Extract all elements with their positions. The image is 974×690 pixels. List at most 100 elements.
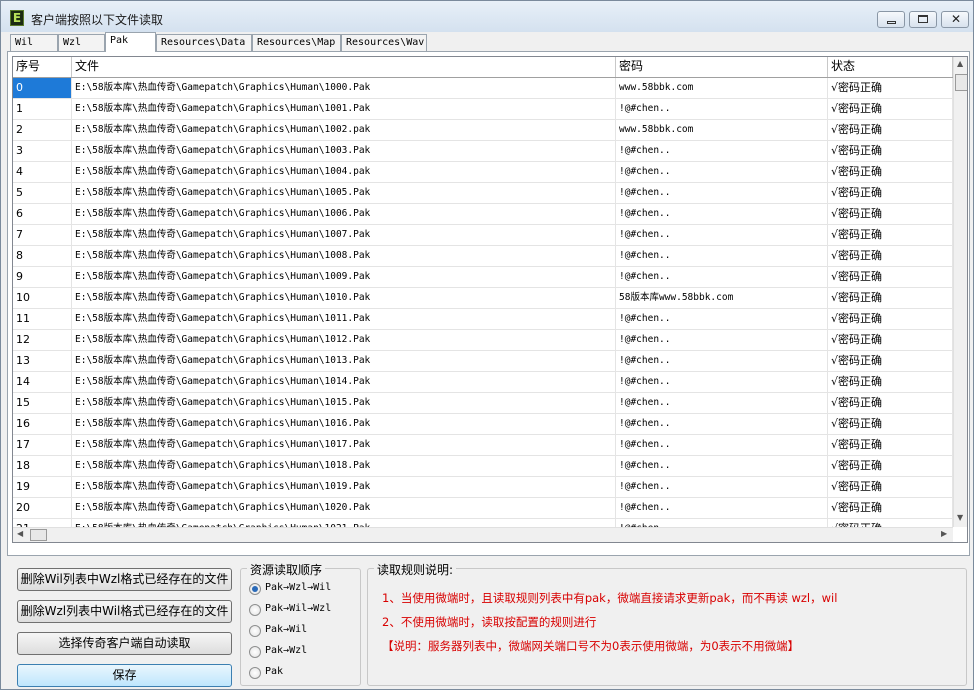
cell-file: E:\58版本库\热血传奇\Gamepatch\Graphics\Human\1… bbox=[72, 78, 616, 98]
cell-status: √密码正确 bbox=[828, 225, 953, 245]
cell-index: 1 bbox=[13, 99, 72, 119]
cell-file: E:\58版本库\热血传奇\Gamepatch\Graphics\Human\1… bbox=[72, 330, 616, 350]
select-client-button[interactable]: 选择传奇客户端自动读取 bbox=[17, 632, 232, 655]
main-window: E 客户端按照以下文件读取 ✕ Wil Wzl Pak Resources\Da… bbox=[0, 0, 974, 690]
cell-password: !@#chen.. bbox=[616, 204, 828, 224]
cell-file: E:\58版本库\热血传奇\Gamepatch\Graphics\Human\1… bbox=[72, 351, 616, 371]
cell-index: 11 bbox=[13, 309, 72, 329]
cell-file: E:\58版本库\热血传奇\Gamepatch\Graphics\Human\1… bbox=[72, 99, 616, 119]
rule-note: 【说明：服务器列表中，微端网关端口号不为0表示使用微端，为0表示不用微端】 bbox=[382, 639, 800, 653]
cell-status: √密码正确 bbox=[828, 456, 953, 476]
table-row[interactable]: 4 E:\58版本库\热血传奇\Gamepatch\Graphics\Human\… bbox=[13, 162, 953, 183]
cell-file: E:\58版本库\热血传奇\Gamepatch\Graphics\Human\1… bbox=[72, 246, 616, 266]
read-rules-group: 读取规则说明: 1、当使用微端时，且读取规则列表中有pak，微端直接请求更新pa… bbox=[367, 561, 967, 686]
cell-index: 7 bbox=[13, 225, 72, 245]
cell-status: √密码正确 bbox=[828, 78, 953, 98]
cell-password: www.58bbk.com bbox=[616, 78, 828, 98]
radio-icon bbox=[249, 667, 261, 679]
table-row[interactable]: 2 E:\58版本库\热血传奇\Gamepatch\Graphics\Human\… bbox=[13, 120, 953, 141]
cell-password: !@#chen.. bbox=[616, 225, 828, 245]
delete-wzl-duplicates-button[interactable]: 删除Wzl列表中Wil格式已经存在的文件 bbox=[17, 600, 232, 623]
table-row[interactable]: 3 E:\58版本库\热血传奇\Gamepatch\Graphics\Human\… bbox=[13, 141, 953, 162]
tab-wil[interactable]: Wil bbox=[10, 34, 58, 51]
column-header-index[interactable]: 序号 bbox=[13, 57, 72, 77]
table-row[interactable]: 9 E:\58版本库\热血传奇\Gamepatch\Graphics\Human\… bbox=[13, 267, 953, 288]
minimize-button[interactable] bbox=[877, 11, 905, 28]
cell-password: !@#chen.. bbox=[616, 267, 828, 287]
read-order-title: 资源读取顺序 bbox=[247, 561, 326, 578]
table-row[interactable]: 11 E:\58版本库\热血传奇\Gamepatch\Graphics\Human… bbox=[13, 309, 953, 330]
delete-wil-duplicates-button[interactable]: 删除Wil列表中Wzl格式已经存在的文件 bbox=[17, 568, 232, 591]
cell-status: √密码正确 bbox=[828, 435, 953, 455]
cell-password: !@#chen.. bbox=[616, 498, 828, 518]
cell-index: 9 bbox=[13, 267, 72, 287]
table-row[interactable]: 18 E:\58版本库\热血传奇\Gamepatch\Graphics\Human… bbox=[13, 456, 953, 477]
table-row[interactable]: 12 E:\58版本库\热血传奇\Gamepatch\Graphics\Human… bbox=[13, 330, 953, 351]
table-row[interactable]: 14 E:\58版本库\热血传奇\Gamepatch\Graphics\Human… bbox=[13, 372, 953, 393]
cell-file: E:\58版本库\热血传奇\Gamepatch\Graphics\Human\1… bbox=[72, 183, 616, 203]
radio-icon bbox=[249, 583, 261, 595]
cell-status: √密码正确 bbox=[828, 414, 953, 434]
cell-status: √密码正确 bbox=[828, 141, 953, 161]
cell-password: !@#chen.. bbox=[616, 162, 828, 182]
save-button[interactable]: 保存 bbox=[17, 664, 232, 687]
horizontal-scrollbar[interactable]: ◀ ▶ bbox=[13, 527, 953, 542]
table-row[interactable]: 17 E:\58版本库\热血传奇\Gamepatch\Graphics\Human… bbox=[13, 435, 953, 456]
cell-status: √密码正确 bbox=[828, 204, 953, 224]
table-row[interactable]: 5 E:\58版本库\热血传奇\Gamepatch\Graphics\Human\… bbox=[13, 183, 953, 204]
scroll-left-icon[interactable]: ◀ bbox=[17, 529, 23, 538]
rule-line-1: 1、当使用微端时，且读取规则列表中有pak，微端直接请求更新pak，而不再读 w… bbox=[382, 591, 838, 605]
column-header-status[interactable]: 状态 bbox=[828, 57, 953, 77]
cell-index: 4 bbox=[13, 162, 72, 182]
table-row[interactable]: 15 E:\58版本库\热血传奇\Gamepatch\Graphics\Human… bbox=[13, 393, 953, 414]
window-title: 客户端按照以下文件读取 bbox=[31, 13, 164, 27]
table-row[interactable]: 1 E:\58版本库\热血传奇\Gamepatch\Graphics\Human\… bbox=[13, 99, 953, 120]
cell-password: !@#chen.. bbox=[616, 477, 828, 497]
cell-password: www.58bbk.com bbox=[616, 120, 828, 140]
vertical-scroll-thumb[interactable] bbox=[955, 74, 967, 91]
radio-icon bbox=[249, 646, 261, 658]
cell-index: 12 bbox=[13, 330, 72, 350]
tab-wzl[interactable]: Wzl bbox=[58, 34, 105, 51]
cell-password: !@#chen.. bbox=[616, 330, 828, 350]
column-header-password[interactable]: 密码 bbox=[616, 57, 828, 77]
table-row[interactable]: 6 E:\58版本库\热血传奇\Gamepatch\Graphics\Human\… bbox=[13, 204, 953, 225]
table-row[interactable]: 19 E:\58版本库\热血传奇\Gamepatch\Graphics\Human… bbox=[13, 477, 953, 498]
table-row[interactable]: 13 E:\58版本库\热血传奇\Gamepatch\Graphics\Human… bbox=[13, 351, 953, 372]
radio-label: Pak bbox=[265, 666, 284, 677]
cell-status: √密码正确 bbox=[828, 330, 953, 350]
close-button[interactable]: ✕ bbox=[941, 11, 969, 28]
cell-index: 2 bbox=[13, 120, 72, 140]
cell-status: √密码正确 bbox=[828, 393, 953, 413]
table-row[interactable]: 16 E:\58版本库\热血传奇\Gamepatch\Graphics\Human… bbox=[13, 414, 953, 435]
scroll-right-icon[interactable]: ▶ bbox=[941, 529, 947, 538]
scroll-up-icon[interactable]: ▲ bbox=[957, 59, 963, 68]
table-row[interactable]: 8 E:\58版本库\热血传奇\Gamepatch\Graphics\Human\… bbox=[13, 246, 953, 267]
horizontal-scroll-thumb[interactable] bbox=[30, 529, 47, 541]
vertical-scrollbar[interactable]: ▲ ▼ bbox=[953, 57, 967, 527]
scroll-down-icon[interactable]: ▼ bbox=[957, 513, 963, 522]
cell-index: 13 bbox=[13, 351, 72, 371]
tab-resources-data[interactable]: Resources\Data bbox=[156, 34, 252, 51]
table-row[interactable]: 10 E:\58版本库\热血传奇\Gamepatch\Graphics\Human… bbox=[13, 288, 953, 309]
table-row[interactable]: 0 E:\58版本库\热血传奇\Gamepatch\Graphics\Human\… bbox=[13, 78, 953, 99]
table-row[interactable]: 7 E:\58版本库\热血传奇\Gamepatch\Graphics\Human\… bbox=[13, 225, 953, 246]
cell-password: !@#chen.. bbox=[616, 414, 828, 434]
tab-resources-wav[interactable]: Resources\Wav bbox=[341, 34, 427, 51]
tab-pak[interactable]: Pak bbox=[105, 32, 156, 52]
cell-status: √密码正确 bbox=[828, 246, 953, 266]
read-rules-title: 读取规则说明: bbox=[374, 561, 457, 578]
cell-password: !@#chen.. bbox=[616, 393, 828, 413]
maximize-button[interactable] bbox=[909, 11, 937, 28]
cell-status: √密码正确 bbox=[828, 183, 953, 203]
close-icon: ✕ bbox=[951, 12, 962, 26]
cell-status: √密码正确 bbox=[828, 99, 953, 119]
table-row[interactable]: 20 E:\58版本库\热血传奇\Gamepatch\Graphics\Human… bbox=[13, 498, 953, 519]
tab-resources-map[interactable]: Resources\Map bbox=[252, 34, 341, 51]
table-header: 序号 文件 密码 状态 bbox=[13, 57, 953, 78]
column-header-file[interactable]: 文件 bbox=[72, 57, 616, 77]
radio-icon bbox=[249, 625, 261, 637]
cell-file: E:\58版本库\热血传奇\Gamepatch\Graphics\Human\1… bbox=[72, 141, 616, 161]
cell-file: E:\58版本库\热血传奇\Gamepatch\Graphics\Human\1… bbox=[72, 225, 616, 245]
cell-index: 19 bbox=[13, 477, 72, 497]
